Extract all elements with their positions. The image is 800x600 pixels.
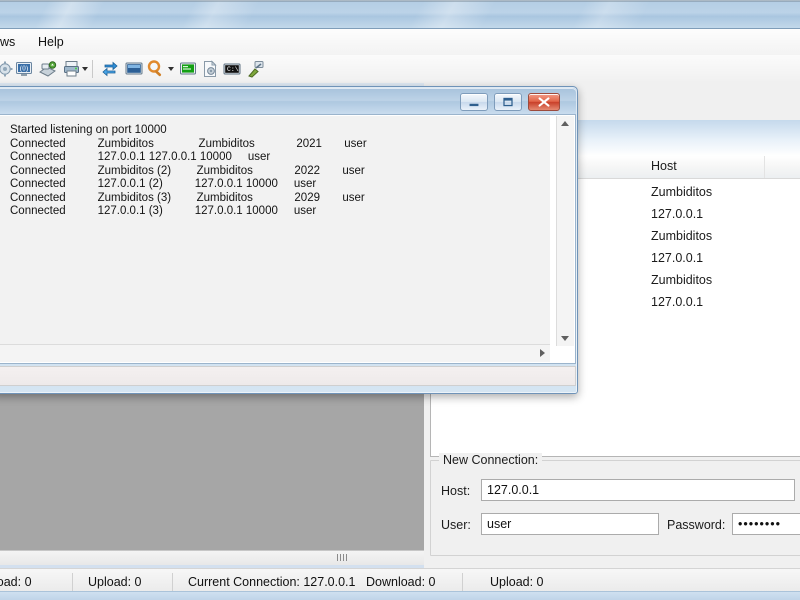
printer-icon[interactable]: [62, 59, 82, 79]
menu-item-windows[interactable]: ws: [0, 34, 21, 52]
cell-port: 2022: [765, 226, 800, 248]
close-button[interactable]: [528, 93, 560, 111]
user-input[interactable]: [481, 513, 659, 535]
new-connection-groupbox: New Connection: Host: User: Password:: [430, 453, 800, 556]
status-bar: load: 0 Upload: 0 Current Connection: 12…: [0, 568, 800, 600]
search-dropdown-caret-icon[interactable]: [168, 67, 174, 71]
refresh-sync-icon[interactable]: [100, 59, 120, 79]
connection-log[interactable]: Started listening on port 10000 Connected…: [0, 116, 550, 346]
toolbar: (0) C:\: [0, 55, 800, 84]
toolbar-separator-1: [92, 60, 93, 78]
minimize-button[interactable]: [460, 93, 488, 111]
splitter-grip-icon[interactable]: [337, 554, 351, 561]
status-current-connection: Current Connection: 127.0.0.1: [188, 575, 356, 589]
scroll-right-arrow-icon[interactable]: [540, 349, 545, 357]
status-separator-3: [462, 573, 463, 591]
cell-host: Zumbiditos: [651, 273, 713, 287]
command-prompt-icon[interactable]: C:\: [222, 59, 242, 79]
document-gear-icon[interactable]: [200, 59, 220, 79]
cell-host: Zumbiditos: [651, 229, 713, 243]
status-download-right: Download: 0: [366, 575, 436, 589]
cell-port: 10000: [765, 248, 800, 270]
cell-host: Zumbiditos: [651, 185, 713, 199]
log-line: Connected 127.0.0.1 (2) 127.0.0.1 10000 …: [10, 178, 317, 190]
mdi-client-area: [0, 388, 424, 551]
password-input[interactable]: [732, 513, 800, 535]
child-window-titlebar[interactable]: [0, 88, 576, 114]
status-separator-1: [72, 573, 73, 591]
cell-host: 127.0.0.1: [651, 207, 704, 221]
host-label: Host:: [441, 484, 471, 498]
log-line: Connected Zumbiditos Zumbiditos 2021 use…: [10, 137, 367, 150]
status-download-left: load: 0: [0, 575, 32, 589]
server-upload-icon[interactable]: [38, 59, 58, 79]
log-horizontal-scrollbar[interactable]: [0, 344, 550, 362]
host-input[interactable]: [481, 479, 795, 501]
scroll-down-arrow-icon[interactable]: [561, 336, 569, 341]
child-window-statusbar: [0, 366, 576, 386]
log-line: Connected Zumbiditos (2) Zumbiditos 2022…: [10, 164, 365, 177]
status-separator-2: [172, 573, 173, 591]
svg-text:C:\: C:\: [227, 66, 239, 73]
svg-text:(0): (0): [20, 65, 29, 73]
log-line: Connected Zumbiditos (3) Zumbiditos 2029…: [10, 191, 365, 204]
cell-host: 127.0.0.1: [651, 295, 704, 309]
column-header-host[interactable]: Host: [639, 156, 765, 178]
log-child-window[interactable]: Started listening on port 10000 Connected…: [0, 86, 578, 394]
cell-port: 2029: [765, 270, 800, 292]
log-line: Connected 127.0.0.1 (3) 127.0.0.1 10000 …: [10, 205, 317, 217]
user-label: User:: [441, 518, 471, 532]
groupbox-title: New Connection:: [439, 453, 543, 467]
status-upload-left: Upload: 0: [88, 575, 142, 589]
status-upload-right: Upload: 0: [490, 575, 544, 589]
network-tools-icon[interactable]: [246, 59, 266, 79]
cell-port: 2021: [765, 182, 800, 204]
scroll-up-arrow-icon[interactable]: [561, 121, 569, 126]
application-window: ws Help (0) C:\ Host Zumbiditos 127.0.0.…: [0, 0, 800, 600]
column-header-port[interactable]: Port: [765, 156, 800, 178]
printer-dropdown-caret-icon[interactable]: [82, 67, 88, 71]
cell-host: 127.0.0.1: [651, 251, 704, 265]
log-line: Connected 127.0.0.1 127.0.0.1 10000 user: [10, 151, 271, 163]
search-magnifier-icon[interactable]: [146, 59, 166, 79]
maximize-button[interactable]: [494, 93, 522, 111]
log-vertical-scrollbar[interactable]: [556, 116, 574, 346]
window-titlebar[interactable]: [0, 0, 800, 29]
child-window-body: Started listening on port 10000 Connected…: [0, 114, 576, 364]
menu-item-help[interactable]: Help: [32, 34, 70, 52]
terminal-green-icon[interactable]: [178, 59, 198, 79]
monitor-info-icon[interactable]: (0): [14, 59, 34, 79]
cell-port: 10000: [765, 292, 800, 314]
log-line: Started listening on port 10000: [10, 124, 167, 136]
remote-desktop-icon[interactable]: [124, 59, 144, 79]
mdi-splitter[interactable]: [0, 550, 424, 565]
cell-port: 10000: [765, 204, 800, 226]
menu-bar: ws Help: [0, 29, 800, 56]
password-label: Password:: [667, 518, 726, 532]
